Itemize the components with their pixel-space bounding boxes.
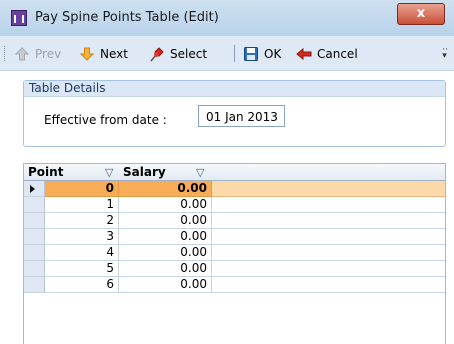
point-cell[interactable]: 6	[45, 277, 119, 293]
table-row[interactable]: 3 0.00	[24, 229, 445, 245]
filler-cell	[212, 277, 445, 293]
ok-label: OK	[264, 47, 282, 61]
point-cell[interactable]: 3	[45, 229, 119, 245]
table-row[interactable]: 2 0.00	[24, 213, 445, 229]
cancel-button[interactable]: Cancel	[296, 45, 358, 63]
column-header-empty	[212, 164, 445, 181]
row-selector[interactable]	[24, 213, 45, 229]
table-row[interactable]: 5 0.00	[24, 261, 445, 277]
group-title: Table Details	[24, 81, 445, 97]
salary-cell[interactable]: 0.00	[119, 261, 212, 277]
salary-cell[interactable]: 0.00	[119, 213, 212, 229]
window-title: Pay Spine Points Table (Edit)	[35, 10, 219, 25]
save-icon	[243, 46, 259, 62]
effective-date-field[interactable]: 01 Jan 2013	[198, 105, 285, 127]
effective-date-label: Effective from date :	[44, 113, 167, 127]
filler-cell	[212, 229, 445, 245]
point-cell[interactable]: 1	[45, 197, 119, 213]
filter-icon[interactable]: ▽	[196, 165, 204, 181]
toolbar-overflow-icon[interactable]: ·· ▾	[442, 46, 448, 61]
table-row[interactable]: 0 0.00	[24, 181, 445, 197]
table-row[interactable]: 1 0.00	[24, 197, 445, 213]
table-row[interactable]: 6 0.00	[24, 277, 445, 293]
arrow-up-icon	[14, 46, 30, 62]
current-row-pointer-icon	[30, 185, 35, 193]
table-icon	[11, 10, 27, 26]
points-grid: Point ▽ Salary ▽ 0 0.00 1 0.00 2 0.00 3 0.00 4 0.…	[23, 163, 446, 344]
salary-cell[interactable]: 0.00	[119, 197, 212, 213]
row-selector[interactable]	[24, 181, 45, 197]
point-cell[interactable]: 2	[45, 213, 119, 229]
point-cell[interactable]: 4	[45, 245, 119, 261]
select-label: Select	[170, 47, 208, 61]
table-row[interactable]: 4 0.00	[24, 245, 445, 261]
row-selector[interactable]	[24, 245, 45, 261]
back-arrow-icon	[296, 46, 312, 62]
row-selector[interactable]	[24, 277, 45, 293]
next-button[interactable]: Next	[79, 45, 128, 63]
window-title-bar: Pay Spine Points Table (Edit) x	[0, 0, 454, 37]
salary-cell[interactable]: 0.00	[119, 277, 212, 293]
point-cell[interactable]: 5	[45, 261, 119, 277]
column-header-salary-label: Salary	[123, 165, 166, 179]
point-cell[interactable]: 0	[45, 181, 119, 197]
ok-button[interactable]: OK	[243, 45, 281, 63]
filler-cell	[212, 213, 445, 229]
row-selector[interactable]	[24, 197, 45, 213]
prev-label: Prev	[35, 47, 62, 61]
cancel-label: Cancel	[317, 47, 358, 61]
salary-cell[interactable]: 0.00	[119, 245, 212, 261]
filler-cell	[212, 261, 445, 277]
pin-icon	[149, 46, 165, 62]
close-button[interactable]: x	[397, 3, 445, 25]
filler-cell	[212, 245, 445, 261]
arrow-down-icon	[79, 46, 95, 62]
salary-cell[interactable]: 0.00	[119, 181, 212, 197]
row-selector[interactable]	[24, 229, 45, 245]
column-header-salary[interactable]: Salary ▽	[119, 164, 213, 181]
row-selector[interactable]	[24, 261, 45, 277]
salary-cell[interactable]: 0.00	[119, 229, 212, 245]
select-button[interactable]: Select	[149, 45, 207, 63]
prev-button[interactable]: Prev	[14, 45, 61, 63]
toolbar-grip[interactable]	[4, 46, 7, 61]
next-label: Next	[100, 47, 128, 61]
column-header-point-label: Point	[28, 165, 64, 179]
table-details-group: Table Details Effective from date : 01 J…	[23, 80, 446, 147]
toolbar: Prev Next Select OK Cancel ·· ▾	[0, 36, 454, 71]
toolbar-separator	[234, 45, 235, 62]
filler-cell	[212, 181, 445, 197]
column-header-point[interactable]: Point ▽	[24, 164, 120, 181]
filter-icon[interactable]: ▽	[105, 165, 113, 181]
filler-cell	[212, 197, 445, 213]
